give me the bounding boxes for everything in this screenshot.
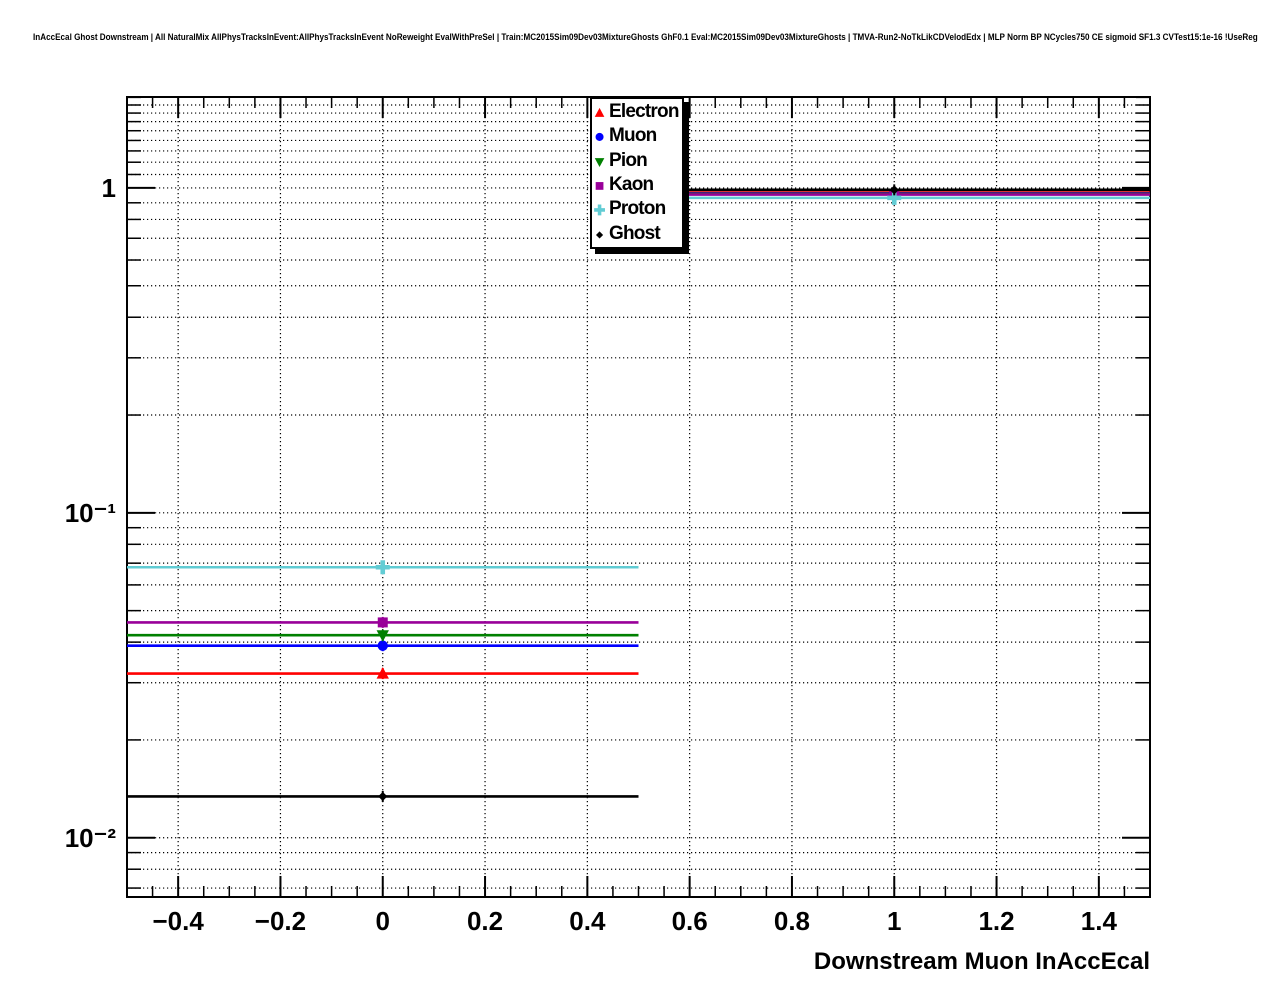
legend-label: Ghost	[609, 223, 660, 245]
legend-label: Pion	[609, 150, 647, 172]
x-axis-tick-label: 1.4	[1081, 906, 1117, 937]
legend-item-kaon: Kaon	[592, 173, 682, 197]
data-marker-diamond	[596, 231, 603, 238]
kaon-marker-icon	[592, 176, 609, 194]
data-marker-triangle-up	[595, 108, 605, 117]
ghost-marker-icon	[592, 225, 609, 243]
electron-marker-icon	[592, 103, 609, 121]
legend-item-ghost: Ghost	[592, 222, 682, 246]
y-axis-tick-label: 10⁻²	[28, 822, 116, 854]
legend-box: Electron Muon Pion Kaon Proton Ghost	[590, 97, 684, 249]
muon-marker-icon	[592, 127, 609, 145]
data-marker-cross	[376, 560, 390, 574]
data-marker-square	[378, 617, 388, 627]
root-canvas: InAccEcal Ghost Downstream | All Natural…	[0, 0, 1276, 996]
x-axis-tick-label: 0.6	[672, 906, 708, 937]
x-axis-tick-label: −0.2	[255, 906, 306, 937]
x-axis-tick-label: 1	[887, 906, 901, 937]
x-axis-tick-label: 0	[376, 906, 390, 937]
proton-marker-icon	[592, 200, 609, 218]
x-axis-title: Downstream Muon InAccEcal	[814, 948, 1150, 976]
data-marker-square	[596, 182, 604, 190]
legend-item-proton: Proton	[592, 197, 682, 221]
data-marker-cross	[594, 205, 605, 216]
legend-item-electron: Electron	[592, 100, 682, 124]
legend-label: Electron	[609, 101, 679, 123]
legend-item-pion: Pion	[592, 149, 682, 173]
x-axis-tick-label: −0.4	[152, 906, 203, 937]
x-axis-tick-label: 0.8	[774, 906, 810, 937]
pion-marker-icon	[592, 152, 609, 170]
data-marker-triangle-down	[595, 158, 605, 167]
x-axis-tick-label: 0.2	[467, 906, 503, 937]
y-axis-tick-label: 10⁻¹	[28, 497, 116, 529]
legend-label: Muon	[609, 125, 656, 147]
data-marker-circle	[596, 133, 604, 141]
x-axis-tick-label: 0.4	[569, 906, 605, 937]
y-axis-tick-label: 1	[28, 172, 116, 204]
data-marker-diamond	[378, 792, 387, 801]
x-axis-tick-label: 1.2	[978, 906, 1014, 937]
data-marker-circle	[378, 640, 388, 650]
legend-label: Kaon	[609, 174, 653, 196]
legend-item-muon: Muon	[592, 124, 682, 148]
legend-label: Proton	[609, 198, 665, 220]
